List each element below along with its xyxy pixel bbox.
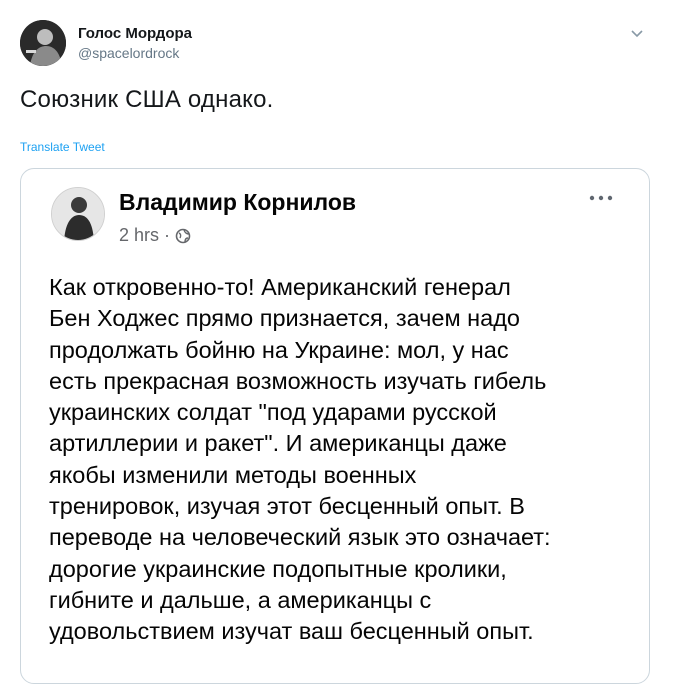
ellipsis-icon[interactable] (587, 191, 615, 203)
person-photo-icon (52, 188, 104, 240)
avatar[interactable] (51, 187, 105, 241)
tweet-author-handle[interactable]: @spacelordrock (78, 45, 179, 61)
post-body-line: Как откровенно-то! Американский генерал (49, 274, 511, 300)
post-body-line: есть прекрасная возможность изучать гибе… (49, 367, 547, 394)
post-body-line: переводе на человеческий язык это означа… (49, 524, 551, 551)
translate-tweet-link[interactable]: Translate Tweet (20, 140, 105, 154)
post-body-line: гибните и дальше, а американцы с (49, 586, 432, 613)
post-body-line: артиллерии и ракет". И американцы даже (49, 430, 507, 457)
meta-separator: · (164, 225, 171, 245)
tweet-text: Союзник США однако. (20, 86, 274, 113)
post-body: Как откровенно-то! Американский генерал … (49, 272, 639, 648)
person-silhouette-icon (20, 20, 66, 66)
post-time[interactable]: 2 hrs (119, 225, 159, 246)
post-body-line: дорогие украинские подопытные кролики, (49, 555, 507, 582)
post-body-line: удовольствием изучат ваш бесценный опыт. (49, 618, 534, 645)
post-meta: 2 hrs · (119, 225, 191, 246)
chevron-down-icon[interactable] (630, 26, 644, 40)
embedded-post: Владимир Корнилов 2 hrs · Как откровенно… (20, 168, 650, 684)
post-body-line: продолжать бойню на Украине: мол, у нас (49, 336, 509, 363)
post-body-line: якобы изменили методы военных (49, 461, 417, 488)
post-body-line: Бен Ходжес прямо признается, зачем надо (49, 305, 520, 332)
tweet-card: Голос Мордора @spacelordrock Союзник США… (0, 0, 676, 692)
tweet-author-name[interactable]: Голос Мордора (78, 25, 192, 42)
avatar[interactable] (20, 20, 66, 66)
globe-icon (175, 228, 191, 243)
post-body-line: тренировок, изучая этот бесценный опыт. … (49, 493, 525, 520)
post-body-line: украинских солдат "под ударами русской (49, 399, 497, 426)
post-author-name[interactable]: Владимир Корнилов (119, 189, 356, 216)
